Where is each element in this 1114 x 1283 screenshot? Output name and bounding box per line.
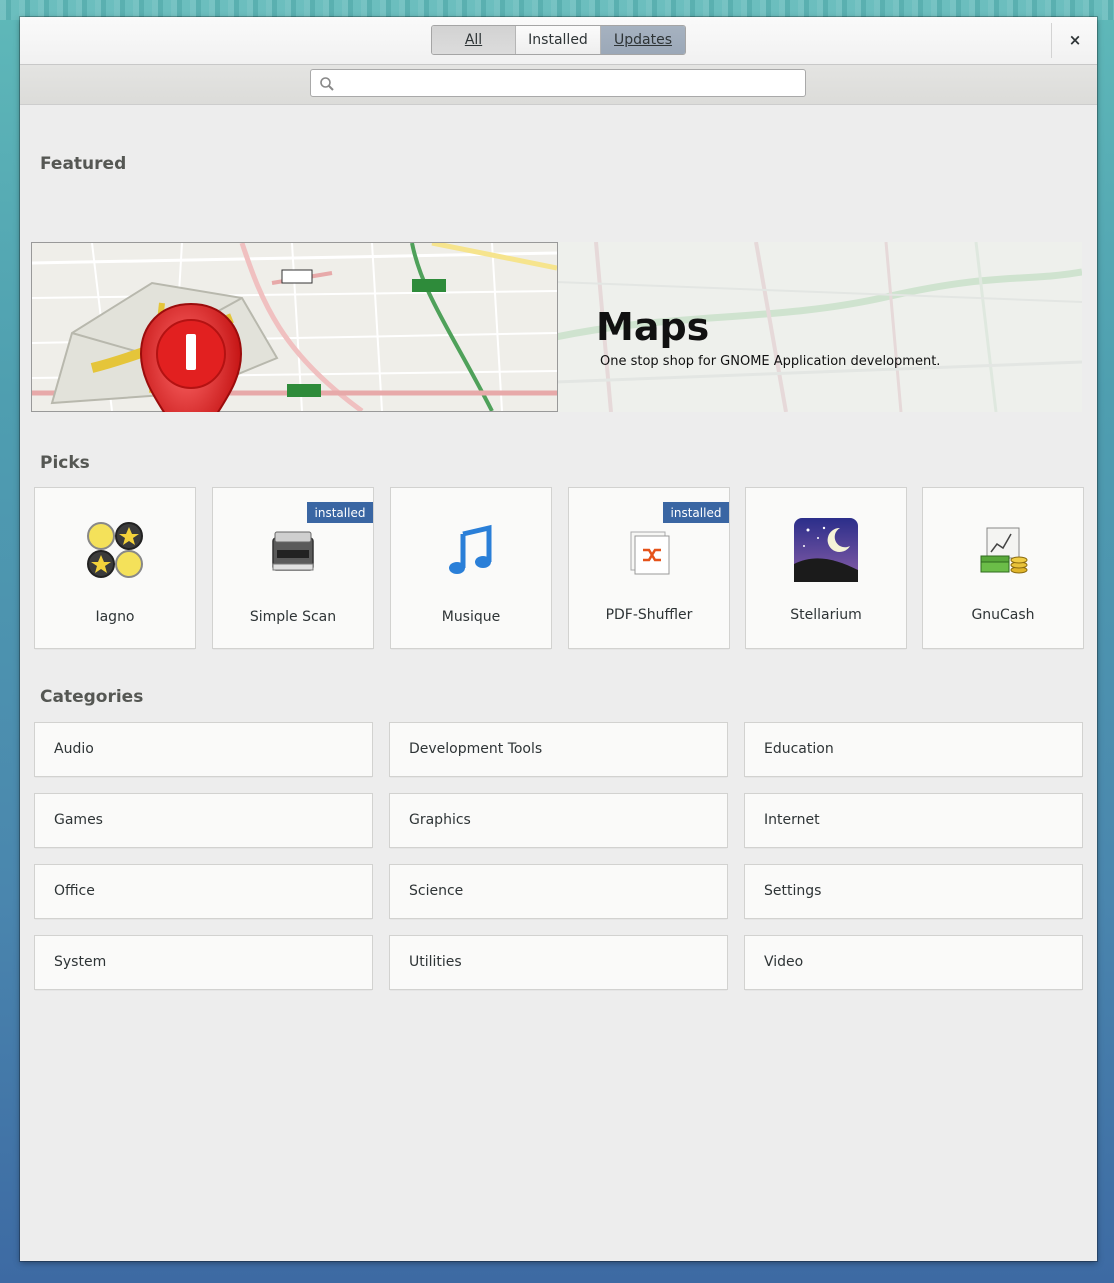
pick-tile-simple-scan[interactable]: installed Simple Scan: [213, 488, 373, 648]
close-icon[interactable]: ×: [1063, 28, 1087, 52]
category-label: Education: [764, 741, 834, 757]
software-window: All Installed Updates × Featured Maps On…: [20, 17, 1097, 1261]
category-label: Audio: [54, 741, 94, 757]
category-science[interactable]: Science: [390, 865, 727, 918]
search-field[interactable]: [310, 69, 806, 97]
pick-tile-musique[interactable]: Musique: [391, 488, 551, 648]
tab-installed[interactable]: Installed: [516, 26, 601, 54]
category-internet[interactable]: Internet: [745, 794, 1082, 847]
category-system[interactable]: System: [35, 936, 372, 989]
pick-label: PDF-Shuffler: [605, 607, 693, 623]
view-switcher: All Installed Updates: [431, 25, 686, 55]
maps-icon: [139, 302, 243, 412]
music-note-icon: [449, 524, 492, 574]
category-label: Settings: [764, 883, 822, 899]
featured-title: Maps: [596, 305, 710, 349]
search-input[interactable]: [339, 74, 793, 94]
featured-banner[interactable]: Maps One stop shop for GNOME Application…: [31, 242, 1082, 412]
banner-map-image: [31, 242, 558, 412]
scanner-icon: [272, 531, 314, 571]
category-label: Graphics: [409, 812, 471, 828]
category-label: Internet: [764, 812, 820, 828]
category-office[interactable]: Office: [35, 865, 372, 918]
category-settings[interactable]: Settings: [745, 865, 1082, 918]
header-bar: All Installed Updates ×: [20, 17, 1097, 65]
picks-heading: Picks: [40, 453, 90, 473]
category-development-tools[interactable]: Development Tools: [390, 723, 727, 776]
pick-tile-stellarium[interactable]: Stellarium: [746, 488, 906, 648]
pdf-shuffler-icon: [630, 531, 670, 575]
pick-label: GnuCash: [971, 607, 1035, 623]
category-label: Science: [409, 883, 464, 899]
category-label: Utilities: [409, 954, 462, 970]
categories-heading: Categories: [40, 687, 144, 707]
featured-heading: Featured: [40, 154, 127, 174]
pick-label: Iagno: [95, 609, 135, 625]
pick-label: Simple Scan: [249, 609, 337, 625]
category-label: Video: [764, 954, 804, 970]
header-separator: [1051, 23, 1052, 58]
tab-updates[interactable]: Updates: [601, 26, 685, 54]
category-education[interactable]: Education: [745, 723, 1082, 776]
category-label: Development Tools: [409, 741, 543, 757]
pick-label: Musique: [441, 609, 501, 625]
overview-content: Featured Maps One stop shop for GNOME Ap…: [20, 105, 1097, 1261]
featured-subtitle: One stop shop for GNOME Application deve…: [600, 354, 941, 369]
category-audio[interactable]: Audio: [35, 723, 372, 776]
category-label: System: [54, 954, 107, 970]
pick-tile-gnucash[interactable]: GnuCash: [923, 488, 1083, 648]
category-games[interactable]: Games: [35, 794, 372, 847]
pick-label: Stellarium: [790, 607, 862, 623]
search-icon: [320, 77, 334, 91]
category-label: Office: [54, 883, 95, 899]
iagno-icon: [87, 522, 143, 578]
pick-tile-pdf-shuffler[interactable]: installed PDF-Shuffler: [569, 488, 729, 648]
category-graphics[interactable]: Graphics: [390, 794, 727, 847]
category-video[interactable]: Video: [745, 936, 1082, 989]
tab-all[interactable]: All: [432, 26, 516, 54]
pick-tile-iagno[interactable]: Iagno: [35, 488, 195, 648]
stellarium-icon: [794, 518, 858, 582]
search-bar: [20, 65, 1097, 105]
gnucash-icon: [980, 527, 1028, 574]
category-utilities[interactable]: Utilities: [390, 936, 727, 989]
category-label: Games: [54, 812, 103, 828]
